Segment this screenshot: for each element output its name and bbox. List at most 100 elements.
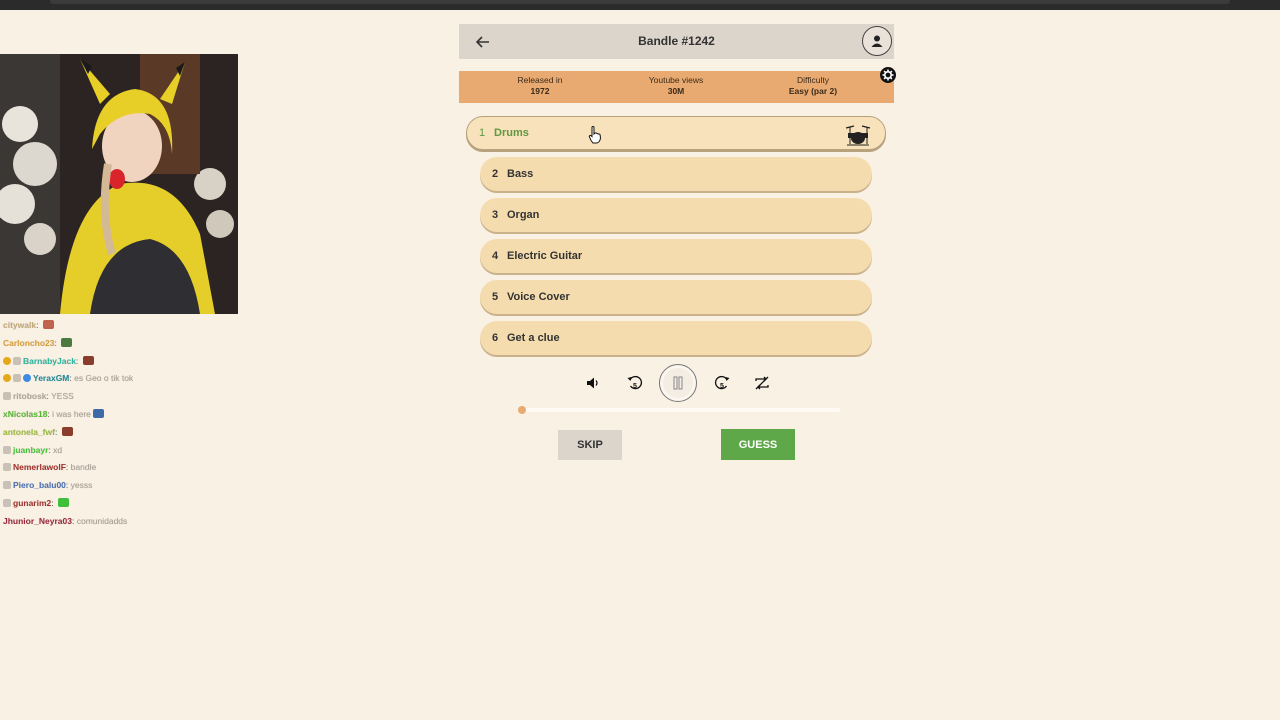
chat-username[interactable]: Carloncho23 bbox=[3, 338, 55, 348]
difficulty-info: Difficulty Easy (par 2) bbox=[753, 75, 873, 97]
chat-text: yesss bbox=[70, 480, 93, 491]
repeat-off-icon bbox=[755, 376, 769, 390]
track-item-1[interactable]: 1 Drums bbox=[466, 116, 886, 150]
settings-button[interactable] bbox=[880, 67, 896, 83]
rewind-seconds: 5 bbox=[633, 383, 637, 390]
track-number: 6 bbox=[492, 332, 499, 344]
rewind-5-button[interactable]: 5 bbox=[624, 372, 646, 394]
chat-separator: : bbox=[51, 497, 56, 508]
track-item-4[interactable]: 4 Electric Guitar bbox=[480, 239, 872, 273]
track-item-2[interactable]: 2 Bass bbox=[480, 157, 872, 191]
track-item-5[interactable]: 5 Voice Cover bbox=[480, 280, 872, 314]
chat-message: citywalk: bbox=[3, 317, 233, 335]
track-label: Get a clue bbox=[507, 332, 560, 344]
game-header: Bandle #1242 bbox=[459, 24, 894, 59]
chat-text: comunidadds bbox=[76, 515, 128, 526]
track-number: 4 bbox=[492, 250, 499, 262]
hand-pointer-cursor-icon bbox=[588, 126, 602, 144]
chat-emote-icon bbox=[61, 426, 73, 436]
track-number: 3 bbox=[492, 209, 499, 221]
playback-progress[interactable] bbox=[518, 406, 840, 414]
loop-button[interactable] bbox=[751, 372, 773, 394]
released-info: Released in 1972 bbox=[480, 75, 600, 97]
track-label: Bass bbox=[507, 168, 534, 180]
released-label: Released in bbox=[517, 75, 563, 85]
player-controls: 5 5 bbox=[580, 364, 780, 402]
rewind-icon: 5 bbox=[627, 375, 643, 390]
difficulty-value: Easy (par 2) bbox=[788, 86, 838, 96]
chat-username[interactable]: Jhunior_Neyra03 bbox=[3, 516, 72, 526]
track-label: Organ bbox=[507, 209, 540, 221]
forward-5-button[interactable]: 5 bbox=[711, 372, 733, 394]
chat-emote-icon bbox=[92, 408, 104, 418]
chat-message: juanbayr: xd bbox=[3, 442, 233, 460]
chat-message: Carloncho23: bbox=[3, 335, 233, 353]
track-item-3[interactable]: 3 Organ bbox=[480, 198, 872, 232]
chat-message: antonela_fwf: bbox=[3, 424, 233, 442]
track-label: Electric Guitar bbox=[507, 250, 583, 262]
volume-icon bbox=[587, 377, 598, 389]
gold-badge-icon bbox=[3, 356, 11, 365]
top-bar-handle bbox=[50, 0, 1230, 4]
chat-username[interactable]: gunarim2 bbox=[13, 498, 51, 508]
chat-text: xd bbox=[53, 444, 63, 455]
chat-username[interactable]: BarnabyJack bbox=[23, 356, 76, 366]
chat-username[interactable]: antonela_fwf bbox=[3, 427, 55, 437]
forward-seconds: 5 bbox=[720, 383, 724, 390]
chat-username[interactable]: ritobosk bbox=[13, 391, 47, 401]
difficulty-label: Difficulty bbox=[797, 75, 829, 85]
tier-badge-icon bbox=[3, 392, 11, 401]
chat-separator: : bbox=[75, 355, 81, 366]
chat-message: Jhunior_Neyra03: comunidadds bbox=[3, 513, 233, 531]
volume-button[interactable] bbox=[582, 372, 604, 394]
track-item-6[interactable]: 6 Get a clue bbox=[480, 321, 872, 355]
streamer-video-frame bbox=[0, 54, 238, 314]
page-title: Bandle #1242 bbox=[638, 34, 715, 48]
tier-badge-icon bbox=[3, 481, 11, 490]
chat-username[interactable]: citywalk bbox=[3, 320, 36, 330]
track-number: 2 bbox=[492, 168, 499, 180]
gear-icon bbox=[882, 69, 894, 81]
chat-text: es Geo o tik tok bbox=[74, 373, 134, 384]
chat-separator: : bbox=[36, 320, 41, 330]
chat-username[interactable]: Piero_balu00 bbox=[13, 480, 66, 490]
pause-button[interactable] bbox=[659, 364, 697, 402]
chat-username[interactable]: NemerlawolF bbox=[13, 462, 66, 472]
chat-message: Piero_balu00: yesss bbox=[3, 477, 233, 495]
chat-message: ritobosk: YESS bbox=[3, 388, 233, 406]
chat-emote-icon bbox=[82, 355, 94, 365]
guess-button[interactable]: GUESS bbox=[721, 429, 795, 460]
gold-badge-icon bbox=[3, 374, 11, 383]
chat-username[interactable]: juanbayr bbox=[13, 445, 48, 455]
chat-message: BarnabyJack: bbox=[3, 353, 233, 371]
profile-button[interactable] bbox=[862, 26, 892, 56]
views-value: 30M bbox=[667, 86, 685, 96]
chat-emote-icon bbox=[58, 497, 69, 507]
tier-badge-icon bbox=[13, 374, 21, 383]
track-label: Drums bbox=[494, 127, 529, 139]
chat-username[interactable]: xNicolas18 bbox=[3, 409, 47, 419]
tier-badge-icon bbox=[3, 445, 11, 454]
chat-message: NemerlawolF: bandle bbox=[3, 459, 233, 477]
views-info: Youtube views 30M bbox=[616, 75, 736, 97]
browser-top-bar bbox=[0, 0, 1280, 10]
tier-badge-icon bbox=[3, 498, 11, 507]
forward-icon: 5 bbox=[714, 375, 730, 390]
chat-message: gunarim2: bbox=[3, 495, 233, 513]
chat-text: YESS bbox=[51, 391, 74, 402]
track-number: 1 bbox=[479, 127, 486, 139]
tier-badge-icon bbox=[3, 463, 11, 472]
user-icon bbox=[871, 35, 883, 47]
chat-separator: : bbox=[54, 337, 60, 348]
progress-fill bbox=[518, 406, 526, 414]
drum-kit-icon bbox=[845, 125, 871, 146]
chat-text: i was here bbox=[52, 408, 91, 419]
pause-icon bbox=[673, 376, 683, 390]
chat-message: xNicolas18: i was here bbox=[3, 406, 233, 424]
views-label: Youtube views bbox=[648, 75, 704, 85]
chat-username[interactable]: YeraxGM bbox=[33, 373, 69, 383]
blue-badge-icon bbox=[23, 374, 31, 383]
track-number: 5 bbox=[492, 291, 499, 303]
skip-button[interactable]: SKIP bbox=[558, 430, 622, 460]
track-label: Voice Cover bbox=[507, 291, 570, 303]
